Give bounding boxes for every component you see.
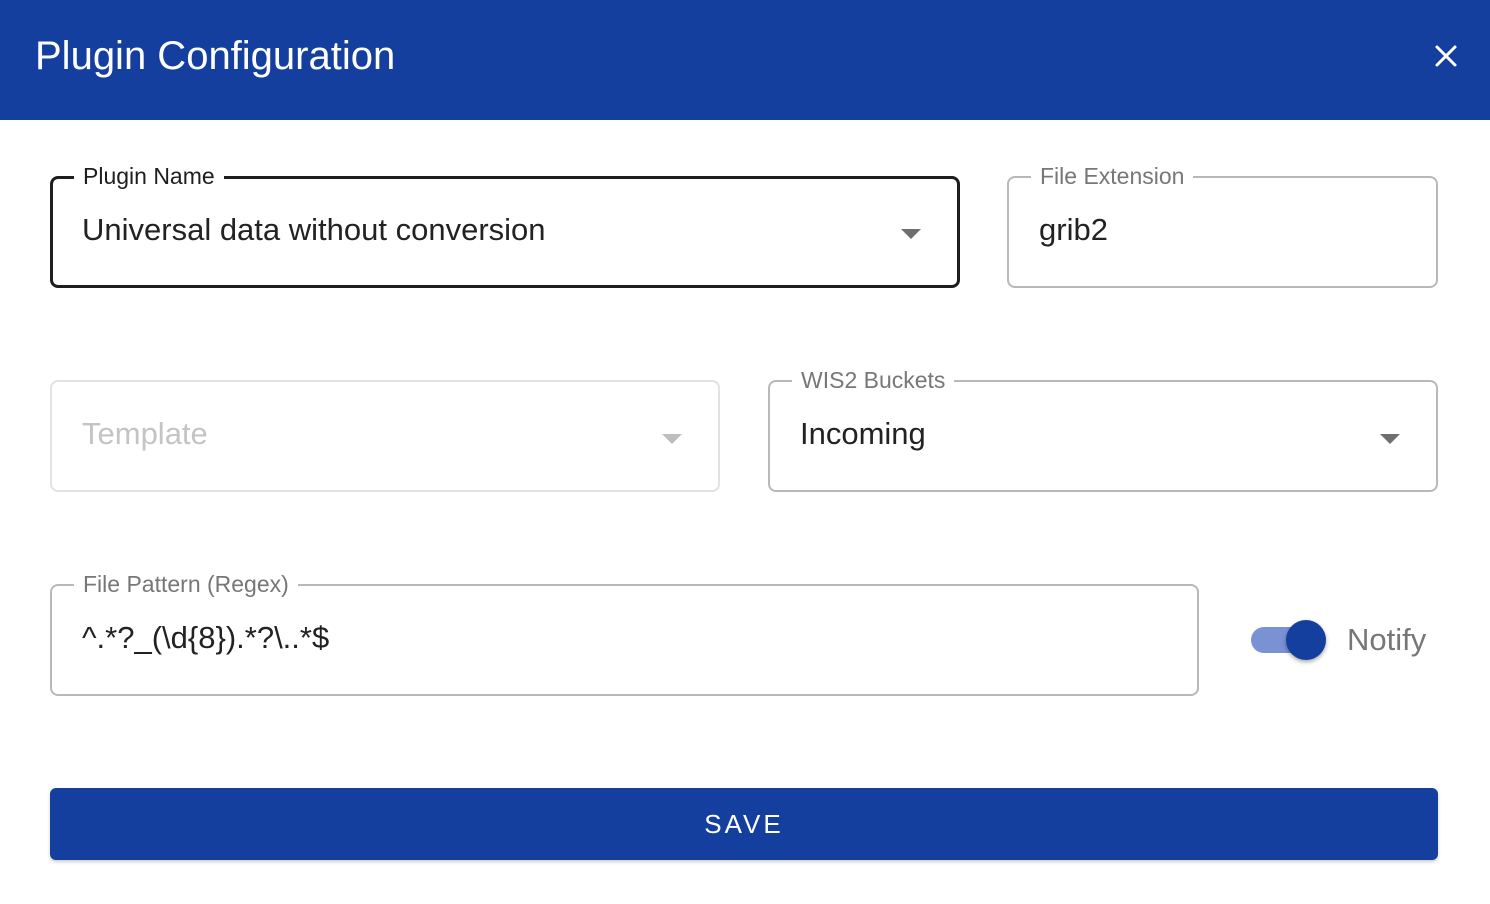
close-button[interactable] xyxy=(1424,34,1468,78)
file-extension-input[interactable]: File Extension grib2 xyxy=(1007,162,1438,288)
plugin-name-value: Universal data without conversion xyxy=(82,212,546,247)
wis2-buckets-value: Incoming xyxy=(800,416,926,451)
plugin-configuration-dialog: Plugin Configuration Plugin Name Univers… xyxy=(0,0,1490,904)
dropdown-caret-icon xyxy=(1380,434,1400,444)
wis2-buckets-label: WIS2 Buckets xyxy=(792,366,955,394)
notify-toggle[interactable] xyxy=(1250,618,1330,662)
dropdown-caret-icon xyxy=(901,229,921,239)
file-pattern-label: File Pattern (Regex) xyxy=(74,570,298,598)
file-extension-value: grib2 xyxy=(1039,212,1108,247)
save-button[interactable]: SAVE xyxy=(50,788,1438,860)
close-icon xyxy=(1435,45,1457,67)
notify-label: Notify xyxy=(1347,622,1427,657)
toggle-thumb xyxy=(1286,620,1326,660)
dropdown-caret-icon xyxy=(662,434,682,444)
plugin-name-label: Plugin Name xyxy=(74,162,224,190)
dialog-title: Plugin Configuration xyxy=(35,34,396,78)
file-pattern-value: ^.*?_(\d{8}).*?\..*$ xyxy=(82,620,330,655)
dialog-header: Plugin Configuration xyxy=(0,0,1490,120)
template-select[interactable]: Template xyxy=(50,380,720,492)
file-extension-label: File Extension xyxy=(1031,162,1194,190)
plugin-name-select[interactable]: Plugin Name Universal data without conve… xyxy=(50,162,960,288)
file-pattern-input[interactable]: File Pattern (Regex) ^.*?_(\d{8}).*?\..*… xyxy=(50,570,1199,696)
template-placeholder: Template xyxy=(82,416,208,451)
wis2-buckets-select[interactable]: WIS2 Buckets Incoming xyxy=(768,366,1438,492)
